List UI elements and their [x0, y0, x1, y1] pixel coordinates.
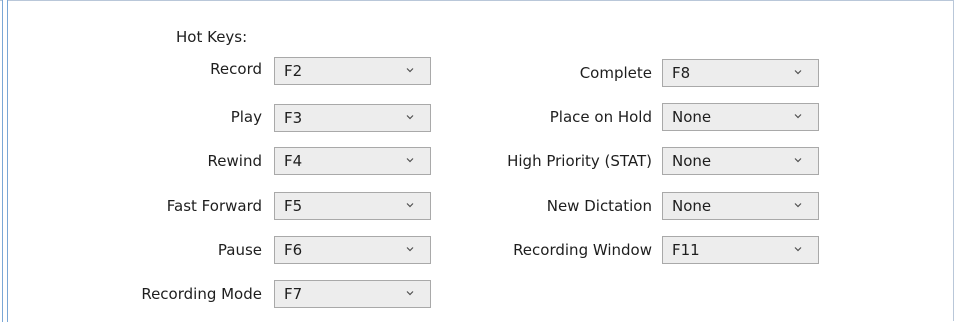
fast-forward-label: Fast Forward	[166, 197, 262, 215]
recording-window-hotkey-select[interactable]: F11	[662, 236, 819, 264]
recording-mode-hotkey-value: F7	[284, 285, 303, 303]
chevron-down-icon	[406, 66, 414, 74]
chevron-down-icon	[794, 112, 802, 120]
high-priority-label: High Priority (STAT)	[507, 152, 652, 170]
record-label: Record	[210, 60, 262, 78]
play-hotkey-select[interactable]: F3	[274, 104, 431, 132]
complete-hotkey-select[interactable]: F8	[662, 59, 819, 87]
chevron-down-icon	[794, 201, 802, 209]
fast-forward-hotkey-value: F5	[284, 197, 303, 215]
chevron-down-icon	[406, 245, 414, 253]
rewind-hotkey-select[interactable]: F4	[274, 147, 431, 175]
play-hotkey-value: F3	[284, 109, 303, 127]
recording-mode-hotkey-select[interactable]: F7	[274, 280, 431, 308]
chevron-down-icon	[794, 68, 802, 76]
pause-label: Pause	[217, 241, 262, 259]
rewind-hotkey-value: F4	[284, 152, 303, 170]
high-priority-hotkey-select[interactable]: None	[662, 147, 819, 175]
place-on-hold-hotkey-value: None	[672, 108, 712, 126]
high-priority-hotkey-value: None	[672, 152, 712, 170]
complete-hotkey-value: F8	[672, 64, 691, 82]
chevron-down-icon	[794, 245, 802, 253]
place-on-hold-hotkey-select[interactable]: None	[662, 103, 819, 131]
complete-label: Complete	[579, 64, 652, 82]
pause-hotkey-select[interactable]: F6	[274, 236, 431, 264]
recording-window-label: Recording Window	[513, 241, 652, 259]
recording-mode-label: Recording Mode	[141, 285, 262, 303]
fast-forward-hotkey-select[interactable]: F5	[274, 192, 431, 220]
pause-hotkey-value: F6	[284, 241, 303, 259]
hot-keys-title: Hot Keys:	[176, 28, 248, 46]
chevron-down-icon	[794, 156, 802, 164]
chevron-down-icon	[406, 113, 414, 121]
record-hotkey-select[interactable]: F2	[274, 57, 431, 85]
new-dictation-hotkey-select[interactable]: None	[662, 192, 819, 220]
new-dictation-label: New Dictation	[546, 197, 652, 215]
panel-left-border	[2, 0, 8, 322]
chevron-down-icon	[406, 201, 414, 209]
play-label: Play	[230, 108, 262, 126]
chevron-down-icon	[406, 289, 414, 297]
new-dictation-hotkey-value: None	[672, 197, 712, 215]
rewind-label: Rewind	[207, 152, 262, 170]
recording-window-hotkey-value: F11	[672, 241, 700, 259]
place-on-hold-label: Place on Hold	[549, 108, 652, 126]
chevron-down-icon	[406, 156, 414, 164]
record-hotkey-value: F2	[284, 62, 303, 80]
